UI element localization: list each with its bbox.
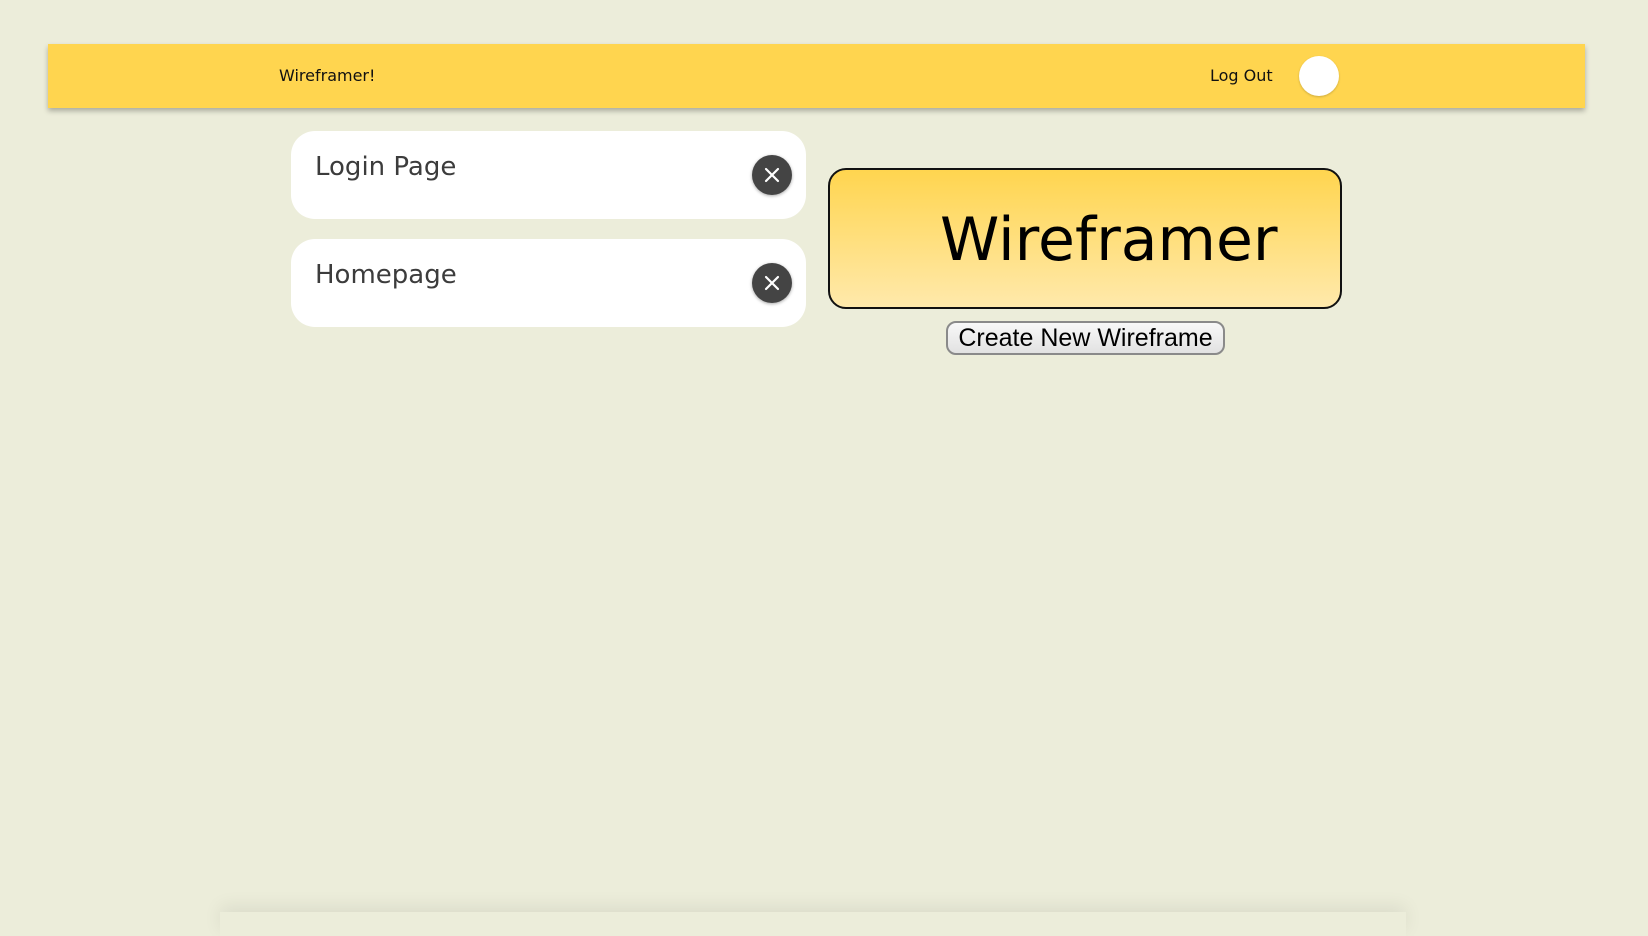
banner-title: Wireframer: [940, 205, 1278, 275]
wireframer-banner: Wireframer: [828, 168, 1342, 309]
delete-wireframe-button[interactable]: [752, 155, 792, 195]
avatar[interactable]: [1299, 56, 1339, 96]
wireframe-card-title[interactable]: Login Page: [315, 152, 456, 182]
logout-link[interactable]: Log Out: [1210, 44, 1273, 108]
top-navbar: Wireframer! Log Out: [48, 44, 1585, 108]
close-icon: [764, 167, 780, 183]
delete-wireframe-button[interactable]: [752, 263, 792, 303]
wireframe-card-login-page[interactable]: Login Page: [291, 131, 806, 219]
wireframe-card-homepage[interactable]: Homepage: [291, 239, 806, 327]
brand-link[interactable]: Wireframer!: [279, 44, 375, 108]
wireframe-card-title[interactable]: Homepage: [315, 260, 457, 290]
close-icon: [764, 275, 780, 291]
bottom-panel-shadow: [220, 912, 1406, 936]
create-new-wireframe-button[interactable]: Create New Wireframe: [946, 321, 1225, 355]
